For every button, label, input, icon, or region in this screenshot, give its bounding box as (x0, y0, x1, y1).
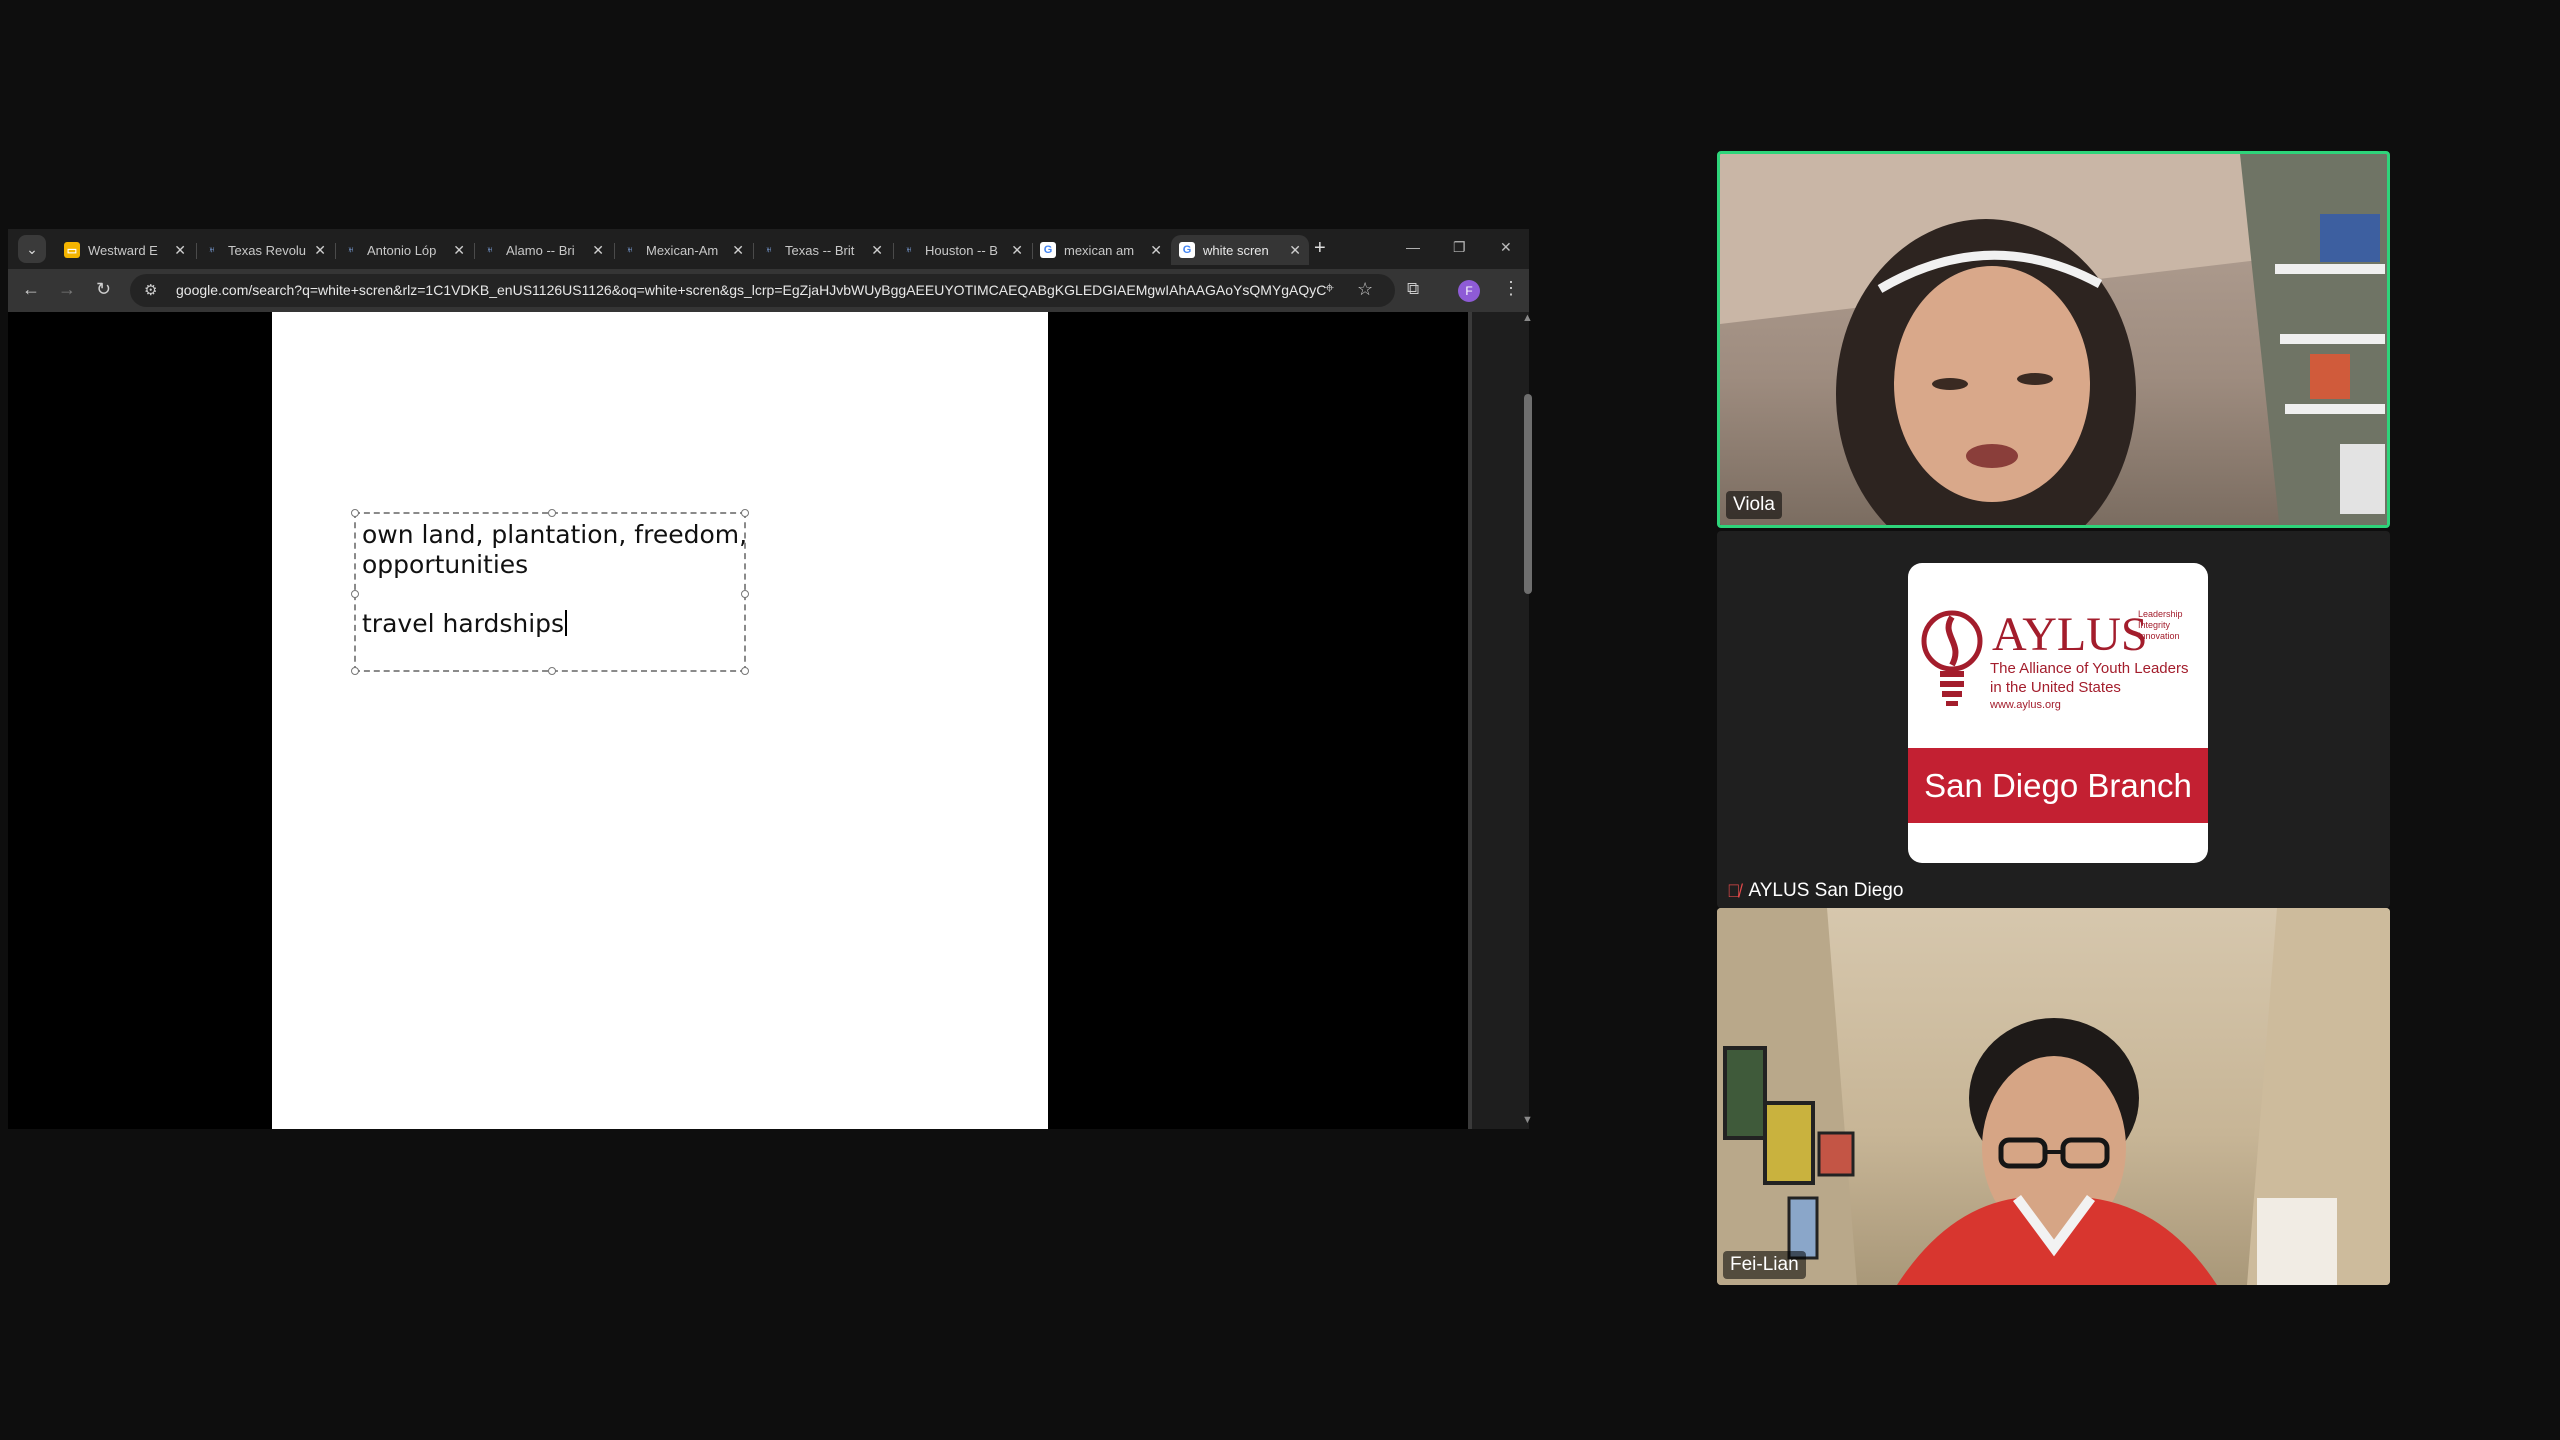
participant-name: Fei-Lian (1723, 1251, 1806, 1279)
text-box[interactable]: own land, plantation, freedom, opportuni… (351, 509, 749, 675)
britannica-icon: ♅ (485, 244, 495, 256)
text-line-with-caret[interactable]: travel hardships (362, 609, 568, 639)
participant-name: Viola (1726, 491, 1782, 519)
profile-avatar[interactable]: F (1458, 280, 1480, 302)
close-window-icon[interactable]: ✕ (1500, 239, 1512, 256)
chevron-down-icon: ⌄ (26, 240, 38, 257)
logo-url: www.aylus.org (1990, 699, 2061, 711)
resize-handle[interactable] (741, 590, 749, 598)
tab-houston[interactable]: ♅ Houston -- B ✕ (893, 235, 1031, 265)
close-icon[interactable]: ✕ (314, 242, 326, 259)
participant-tile-fei-lian[interactable]: Fei-Lian (1717, 908, 2390, 1285)
tab-strip: ⌄ ▭ Westward E ✕ ♅ Texas Revolu ✕ ♅ Anto… (8, 229, 1529, 269)
meeting-stage: ⌄ ▭ Westward E ✕ ♅ Texas Revolu ✕ ♅ Anto… (0, 0, 2560, 1440)
close-icon[interactable]: ✕ (1150, 242, 1162, 259)
tab-white-scren[interactable]: G white scren ✕ (1171, 235, 1309, 265)
resize-handle[interactable] (548, 667, 556, 675)
britannica-icon: ♅ (764, 244, 774, 256)
video-feed (1717, 908, 2390, 1285)
close-icon[interactable]: ✕ (592, 242, 604, 259)
tab-search-button[interactable]: ⌄ (18, 235, 46, 263)
tab-title: Texas Revolu (228, 242, 307, 258)
back-icon[interactable]: ← (22, 279, 40, 300)
text-line[interactable]: travel hardships (362, 609, 564, 638)
resize-handle[interactable] (548, 509, 556, 517)
close-icon[interactable]: ✕ (174, 242, 186, 259)
close-icon[interactable]: ✕ (1289, 242, 1301, 259)
resize-handle[interactable] (351, 667, 359, 675)
tab-texas[interactable]: ♅ Texas -- Brit ✕ (753, 235, 891, 265)
shared-screen-browser: ⌄ ▭ Westward E ✕ ♅ Texas Revolu ✕ ♅ Anto… (8, 229, 1533, 1129)
lightbulb-icon (1921, 610, 1983, 706)
close-icon[interactable]: ✕ (453, 242, 465, 259)
site-info-icon[interactable]: ⚙ (144, 281, 157, 299)
participant-name: AYLUS San Diego (1748, 880, 1904, 901)
britannica-icon: ♅ (904, 244, 914, 256)
branch-band: San Diego Branch (1908, 748, 2208, 823)
page-viewport: own land, plantation, freedom, opportuni… (8, 312, 1533, 1129)
tab-title: Mexican-Am (646, 242, 719, 258)
tab-mexican-am-search[interactable]: G mexican am ✕ (1032, 235, 1170, 265)
tab-title: Antonio Lóp (367, 242, 437, 258)
browser-toolbar: ← → ↻ ⚙ google.com/search?q=white+scren&… (8, 269, 1529, 312)
participant-tile-viola[interactable]: Viola (1717, 151, 2390, 528)
page-scrollbar[interactable]: ▲ ▼ (1468, 312, 1533, 1129)
resize-handle[interactable] (741, 509, 749, 517)
bookmark-star-icon[interactable]: ☆ (1357, 279, 1373, 300)
text-caret (565, 610, 568, 636)
tab-title: Alamo -- Bri (506, 242, 575, 258)
video-frame (1717, 908, 2390, 1285)
tab-title: Texas -- Brit (785, 242, 855, 258)
tab-title: mexican am (1064, 242, 1135, 258)
video-feed (1720, 154, 2387, 525)
google-icon: G (1179, 242, 1195, 258)
tab-westward[interactable]: ▭ Westward E ✕ (56, 235, 194, 265)
participant-label: 🎙̸ AYLUS San Diego (1727, 880, 1903, 902)
text-line[interactable]: opportunities (362, 550, 528, 580)
tab-title: Houston -- B (925, 242, 998, 258)
forward-icon[interactable]: → (58, 279, 76, 300)
tab-antonio-lopez[interactable]: ♅ Antonio Lóp ✕ (335, 235, 473, 265)
restore-icon[interactable]: ❐ (1453, 239, 1466, 256)
britannica-icon: ♅ (625, 244, 635, 256)
close-icon[interactable]: ✕ (1011, 242, 1023, 259)
logo-subtitle: The Alliance of Youth Leaders in the Uni… (1990, 660, 2189, 696)
slides-icon: ▭ (64, 242, 80, 258)
resize-handle[interactable] (741, 667, 749, 675)
menu-dots-icon[interactable]: ⋮ (1502, 278, 1520, 299)
scroll-up-icon[interactable]: ▲ (1522, 312, 1533, 324)
scroll-down-icon[interactable]: ▼ (1522, 1114, 1533, 1126)
white-slide: own land, plantation, freedom, opportuni… (272, 312, 1048, 1129)
close-icon[interactable]: ✕ (732, 242, 744, 259)
address-bar[interactable]: ⚙ google.com/search?q=white+scren&rlz=1C… (130, 274, 1395, 307)
google-icon: G (1040, 242, 1056, 258)
extensions-icon[interactable]: ⧉ (1407, 279, 1419, 299)
video-frame (1720, 154, 2387, 525)
resize-handle[interactable] (351, 509, 359, 517)
scroll-thumb[interactable] (1524, 394, 1532, 594)
participant-tile-aylus[interactable]: AYLUS Leadership Integrity Innovation Th… (1717, 531, 2390, 908)
location-icon[interactable]: ⌖ (1325, 280, 1334, 298)
tab-mexican-american[interactable]: ♅ Mexican-Am ✕ (614, 235, 752, 265)
tab-title: Westward E (88, 242, 158, 258)
muted-mic-icon: 🎙̸ (1727, 880, 1741, 901)
tab-alamo[interactable]: ♅ Alamo -- Bri ✕ (474, 235, 612, 265)
text-line[interactable]: own land, plantation, freedom, (362, 520, 747, 550)
logo-tagline: Leadership Integrity Innovation (2138, 609, 2183, 641)
tab-title: white scren (1203, 242, 1269, 258)
new-tab-button[interactable]: + (1314, 237, 1326, 260)
britannica-icon: ♅ (207, 244, 217, 256)
britannica-icon: ♅ (346, 244, 356, 256)
aylus-logo: AYLUS Leadership Integrity Innovation Th… (1908, 563, 2208, 863)
close-icon[interactable]: ✕ (871, 242, 883, 259)
logo-name: AYLUS (1992, 608, 2148, 661)
minimize-icon[interactable]: — (1406, 239, 1420, 255)
url-text[interactable]: google.com/search?q=white+scren&rlz=1C1V… (176, 282, 1326, 298)
resize-handle[interactable] (351, 590, 359, 598)
tab-texas-revolution[interactable]: ♅ Texas Revolu ✕ (196, 235, 334, 265)
reload-icon[interactable]: ↻ (96, 279, 111, 300)
